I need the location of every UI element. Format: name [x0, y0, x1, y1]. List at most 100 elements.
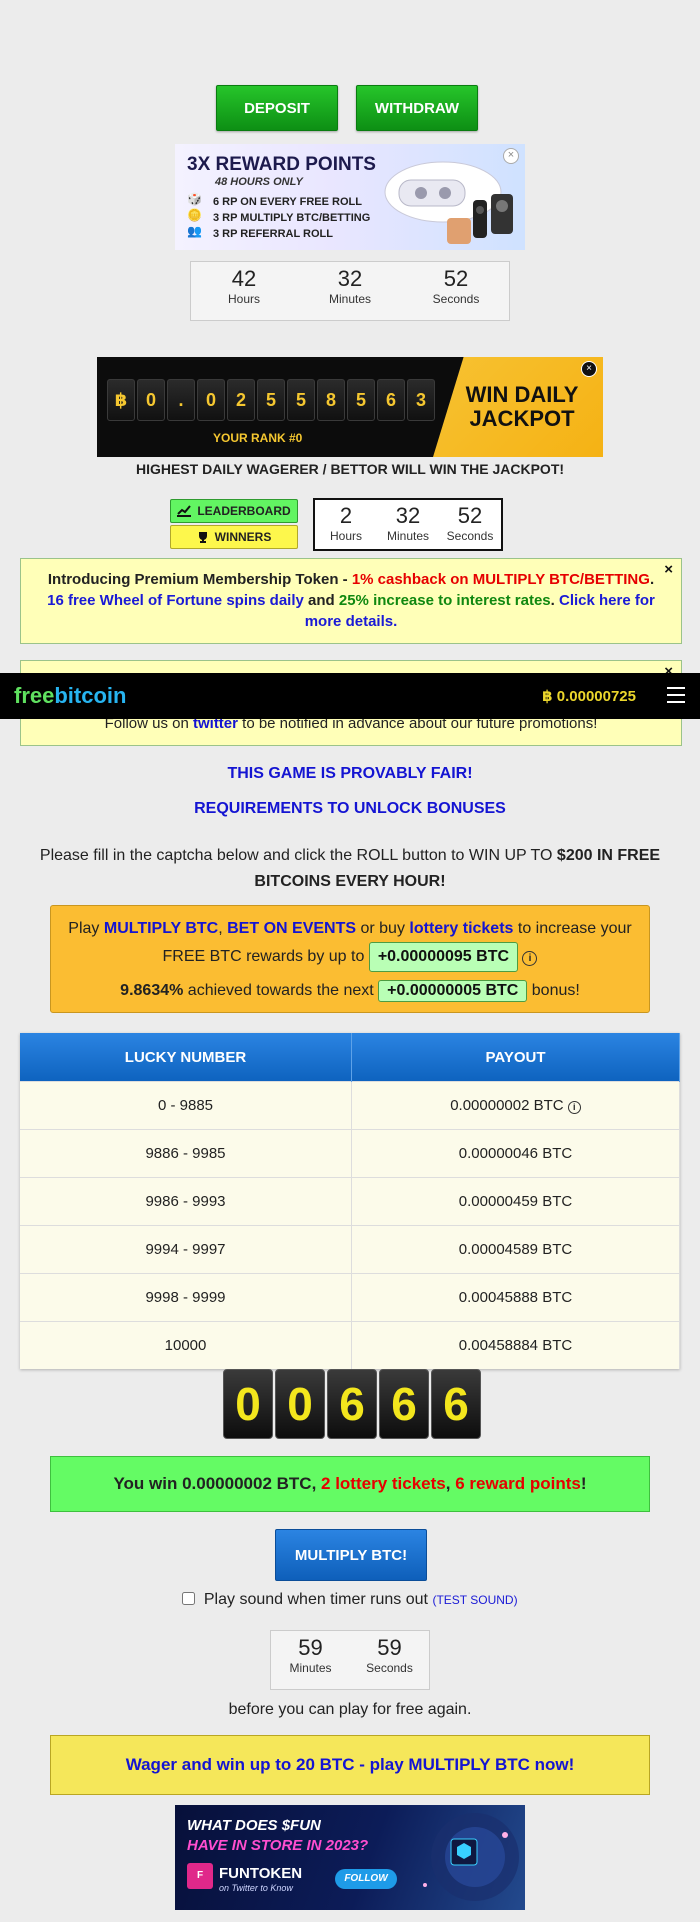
promo-countdown: 42 Hours 32 Minutes 52 Seconds	[190, 261, 510, 321]
promo-close-icon[interactable]: ×	[503, 148, 519, 164]
roll-digit: 6	[431, 1369, 481, 1439]
timer-minutes: 32	[395, 503, 421, 528]
free-btc-rewards-box: Play MULTIPLY BTC, BET ON EVENTS or buy …	[50, 905, 650, 1013]
reward-percent: 9.8634%	[120, 982, 184, 999]
funtoken-ad-banner[interactable]: WHAT DOES $FUN HAVE IN STORE IN 2023? F …	[175, 1805, 525, 1910]
lucky-range: 9998 - 9999	[20, 1273, 352, 1322]
timer-seconds: 52	[457, 503, 483, 528]
leaderboard-button[interactable]: LEADERBOARD	[170, 499, 298, 523]
jackpot-digit: 2	[227, 379, 255, 421]
sound-option: Play sound when timer runs out (TEST SOU…	[0, 1591, 700, 1609]
logo-bitcoin: bitcoin	[54, 683, 127, 708]
bitcoin-symbol: ฿	[107, 379, 135, 421]
win-end: !	[580, 1474, 587, 1493]
jackpot-digit: 5	[347, 379, 375, 421]
table-row: 9998 - 9999 0.00045888 BTC	[20, 1273, 680, 1322]
reward-achieved: achieved towards the next	[183, 982, 379, 999]
sound-checkbox[interactable]	[182, 1592, 196, 1605]
payout-table: LUCKY NUMBER PAYOUT 0 - 9885 0.00000002 B…	[20, 1033, 680, 1369]
fun-brand: FUNTOKEN	[219, 1865, 303, 1882]
notice-dot: .	[550, 592, 559, 609]
sound-label: Play sound when timer runs out	[203, 1591, 428, 1608]
free-roll-countdown: 59 Minutes 59 Seconds	[270, 1630, 430, 1690]
timer-seconds-label: Seconds	[366, 1661, 413, 1675]
jackpot-digit: .	[167, 379, 195, 421]
reward-points-promo-banner[interactable]: 3X REWARD POINTS 48 HOURS ONLY 🎲 6 RP ON…	[175, 144, 525, 250]
jackpot-countdown: 2 Hours 32 Minutes 52 Seconds	[313, 498, 503, 551]
lucky-range: 9886 - 9985	[20, 1129, 352, 1178]
notice-and: and	[303, 592, 339, 609]
lucky-range: 0 - 9885	[20, 1081, 352, 1130]
roll-digit: 6	[379, 1369, 429, 1439]
timer-minutes-label: Minutes	[328, 292, 372, 306]
table-row: 9994 - 9997 0.00004589 BTC	[20, 1225, 680, 1274]
notice-cashback: 1% cashback on MULTIPLY BTC/BETTING	[351, 571, 650, 588]
notice-close-icon[interactable]: ×	[664, 561, 673, 578]
before-play-text: before you can play for free again.	[228, 1701, 472, 1718]
vr-headset-image	[384, 161, 513, 244]
info-icon[interactable]: i	[522, 951, 538, 966]
table-row: 0 - 9885 0.00000002 BTC i	[20, 1081, 680, 1130]
winners-button[interactable]: WINNERS	[170, 525, 298, 549]
table-row: 9986 - 9993 0.00000459 BTC	[20, 1177, 680, 1226]
lucky-range: 9986 - 9993	[20, 1177, 352, 1226]
jackpot-title: WIN DAILY JACKPOT	[465, 382, 579, 431]
wager-promo-box[interactable]: Wager and win up to 20 BTC - play MULTIP…	[50, 1735, 650, 1795]
site-logo[interactable]: freebitcoin	[14, 683, 126, 709]
withdraw-button[interactable]: WITHDRAW	[356, 85, 478, 131]
coin-icon: 🪙	[187, 208, 202, 222]
daily-jackpot-banner[interactable]: ฿ 0 . 0 2 5 5 8 5 6 3 YOUR RANK #0 WIN D…	[97, 357, 603, 457]
notice-sep: .	[649, 571, 655, 588]
payout-value: 0.00045888 BTC	[351, 1273, 680, 1322]
reward-comma: ,	[218, 920, 228, 937]
balance: ฿ 0.00000725	[542, 688, 636, 705]
timer-minutes: 59	[298, 1635, 323, 1660]
timer-seconds-label: Seconds	[432, 292, 480, 306]
fun-tagline: on Twitter to Know	[219, 1883, 293, 1893]
reward-bonus: bonus!	[527, 982, 580, 999]
fun-follow-button[interactable]: FOLLOW	[335, 1869, 397, 1889]
payout-value: 0.00004589 BTC	[351, 1225, 680, 1274]
roll-instructions: Please fill in the captcha below and cli…	[30, 843, 670, 895]
promo-line: 6 RP ON EVERY FREE ROLL	[213, 196, 362, 208]
deposit-button[interactable]: DEPOSIT	[216, 85, 338, 131]
jackpot-rank: YOUR RANK #0	[213, 431, 303, 445]
timer-seconds: 52	[443, 266, 469, 291]
jackpot-digit: 8	[317, 379, 345, 421]
win-points: 6 reward points	[455, 1474, 581, 1493]
trophy-icon	[198, 532, 207, 543]
reward-or: or buy	[356, 920, 410, 937]
payout-value: 0.00000046 BTC	[351, 1129, 680, 1178]
header-lucky-number: LUCKY NUMBER	[20, 1033, 352, 1082]
win-comma: ,	[445, 1474, 456, 1493]
jackpot-digit: 3	[407, 379, 435, 421]
wager-promo-link[interactable]: Wager and win up to 20 BTC - play MULTIP…	[126, 1755, 575, 1774]
requirements-link[interactable]: REQUIREMENTS TO UNLOCK BONUSES	[0, 800, 700, 818]
jackpot-close-icon[interactable]: ×	[581, 361, 597, 377]
menu-icon[interactable]	[667, 687, 685, 708]
top-navbar: freebitcoin ฿ 0.00000725	[0, 673, 700, 719]
win-tickets: 2 lottery tickets	[321, 1474, 446, 1493]
people-icon: 👥	[187, 224, 202, 238]
jackpot-digit: 0	[197, 379, 225, 421]
premium-notice-text: Introducing Premium Membership Token - 1…	[21, 559, 681, 632]
test-sound-link[interactable]: (TEST SOUND)	[432, 1593, 517, 1607]
info-icon[interactable]: i	[567, 1101, 581, 1114]
logo-free: free	[14, 683, 55, 708]
notice-interest: 25% increase to interest rates	[338, 592, 551, 609]
table-row: 9886 - 9985 0.00000046 BTC	[20, 1129, 680, 1178]
multiply-btc-link[interactable]: MULTIPLY BTC	[104, 920, 218, 937]
fun-line2: HAVE IN STORE IN 2023?	[187, 1837, 369, 1854]
reward-text: Play MULTIPLY BTC, BET ON EVENTS or buy …	[51, 906, 649, 972]
payout-value: 0.00000459 BTC	[351, 1177, 680, 1226]
multiply-btc-button[interactable]: MULTIPLY BTC!	[275, 1529, 427, 1581]
fun-line1: WHAT DOES $FUN	[187, 1817, 321, 1834]
jackpot-caption: HIGHEST DAILY WAGERER / BETTOR WILL WIN …	[135, 461, 565, 477]
notice-spins: 16 free Wheel of Fortune spins daily	[47, 592, 304, 609]
bet-on-events-link[interactable]: BET ON EVENTS	[227, 920, 356, 937]
payout-value: 0.00000002 BTC i	[351, 1081, 680, 1130]
jackpot-digit: 0	[137, 379, 165, 421]
lottery-tickets-link[interactable]: lottery tickets	[409, 920, 513, 937]
provably-fair-link[interactable]: THIS GAME IS PROVABLY FAIR!	[0, 765, 700, 783]
instructions-text: Please fill in the captcha below and cli…	[39, 847, 557, 864]
